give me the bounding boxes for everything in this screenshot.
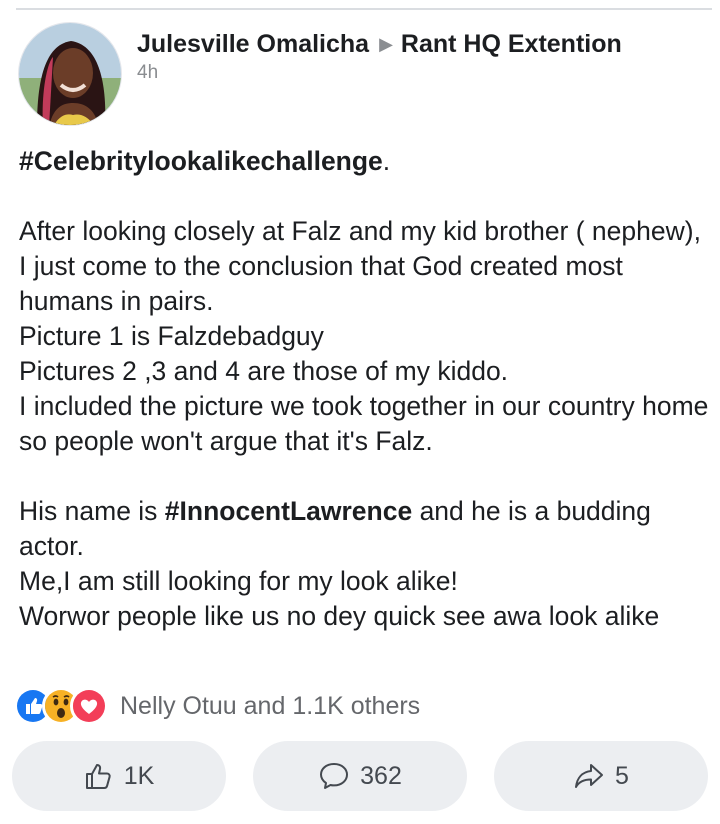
reactions-count[interactable]: Nelly Otuu and 1.1K others [120,692,420,721]
post-timestamp[interactable]: 4h [137,62,622,84]
comment-button[interactable]: 362 [253,741,467,811]
arrow-right-icon: ▶ [379,34,393,54]
reactions-summary[interactable]: Nelly Otuu and 1.1K others [14,686,420,726]
hashtag-link[interactable]: #Celebritylookalikechallenge [19,146,383,176]
top-divider [16,8,712,10]
post-header: Julesville Omalicha ▶ Rant HQ Extention 4h [137,28,622,84]
post-title-line: Julesville Omalicha ▶ Rant HQ Extention [137,28,622,60]
post-paragraph-prefix: His name is [19,496,165,526]
post-actions: 1K 362 5 [12,741,708,811]
comment-icon [320,763,349,789]
author-avatar[interactable] [18,22,122,126]
share-icon [575,764,604,788]
reaction-icons [14,687,108,725]
post-paragraph: After looking closely at Falz and my kid… [19,216,709,456]
share-button[interactable]: 5 [494,741,708,811]
post-body: #Celebritylookalikechallenge. After look… [19,144,709,634]
thumbs-up-icon [85,764,111,789]
title-punctuation: . [382,146,391,176]
love-icon [70,687,108,725]
like-count: 1K [123,761,155,790]
hashtag-link[interactable]: #InnocentLawrence [165,496,412,526]
share-count: 5 [615,761,629,790]
comment-count: 362 [360,761,402,790]
author-name[interactable]: Julesville Omalicha [137,30,369,58]
like-button[interactable]: 1K [12,741,226,811]
group-name[interactable]: Rant HQ Extention [401,30,622,58]
